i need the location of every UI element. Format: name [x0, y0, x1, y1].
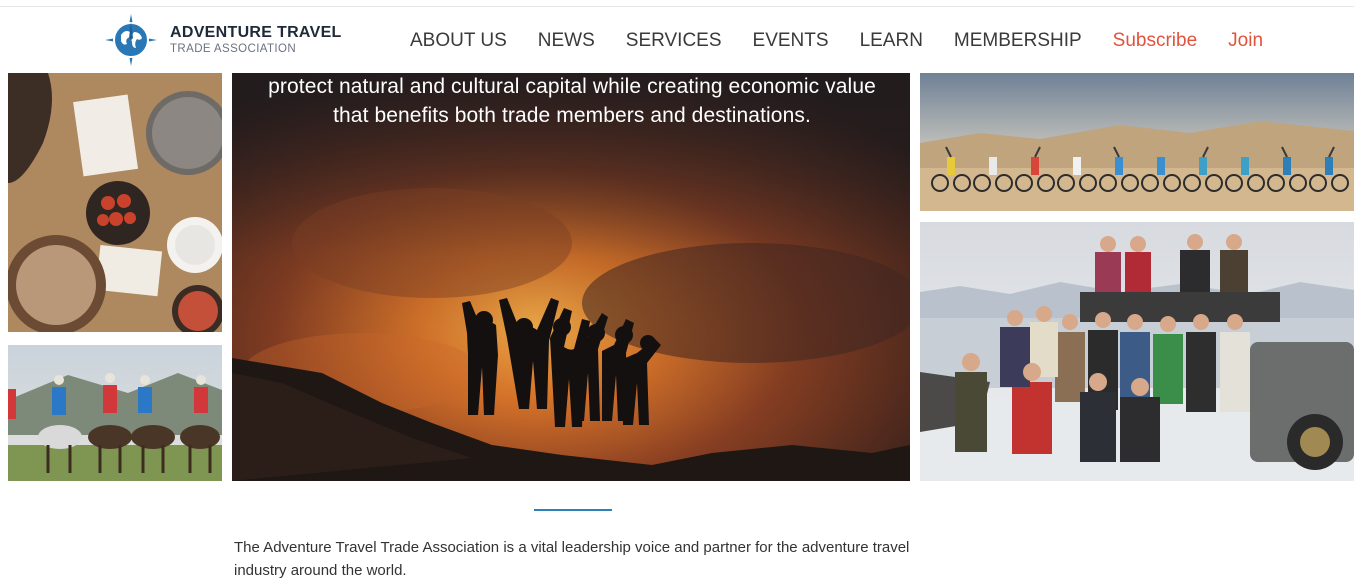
group-snow-photo — [920, 222, 1354, 481]
desert-cyclists-photo — [920, 73, 1354, 211]
nav-membership[interactable]: MEMBERSHIP — [954, 30, 1082, 52]
top-border — [0, 6, 1354, 7]
intro-paragraph: The Adventure Travel Trade Association i… — [234, 539, 910, 579]
nav-join-link[interactable]: Join — [1228, 30, 1263, 52]
compass-globe-icon — [105, 14, 157, 66]
hero-sunset-photo — [232, 73, 910, 481]
section-divider — [534, 509, 612, 511]
cooking-photo — [8, 73, 222, 332]
logo-name: ADVENTURE TRAVEL — [170, 23, 342, 41]
nav-subscribe-link[interactable]: Subscribe — [1113, 30, 1198, 52]
mission-statement: Our mission is to empower the global tra… — [268, 45, 876, 127]
horse-riders-photo — [8, 345, 222, 481]
